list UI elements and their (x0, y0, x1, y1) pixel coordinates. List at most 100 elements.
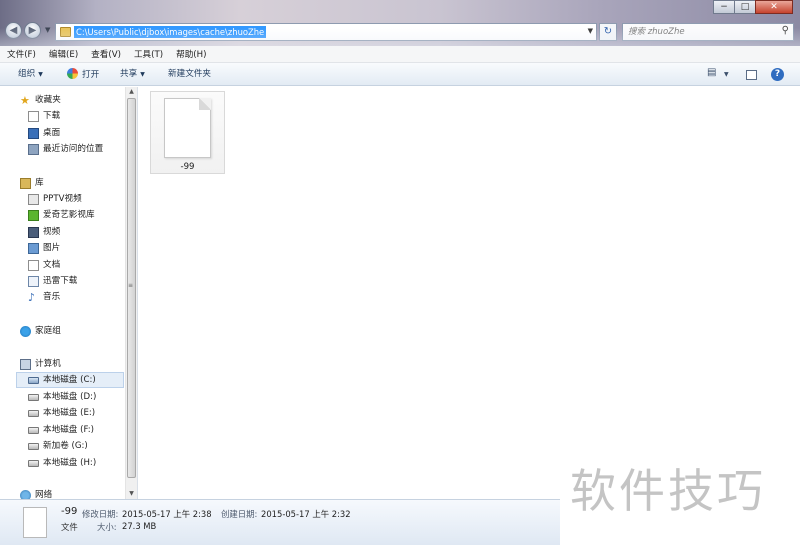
blank-file-icon (23, 507, 47, 538)
sidebar-item-label: 文档 (43, 260, 61, 270)
details-file-type: 文件 (61, 522, 78, 532)
sidebar-item-label: 下载 (43, 111, 61, 121)
search-input[interactable]: 搜索 zhuoZhe ⚲ (622, 23, 794, 41)
sidebar-item-drive-d[interactable]: 本地磁盘 (D:) (28, 389, 96, 405)
sidebar-item-xunlei[interactable]: 迅雷下载 (28, 273, 77, 289)
sidebar-item-label: 图片 (43, 243, 61, 253)
back-button[interactable]: ◀ (5, 22, 22, 39)
sidebar-item-label: 库 (35, 178, 44, 188)
address-bar[interactable]: C:\Users\Public\djbox\images\cache\zhuoZ… (55, 23, 597, 41)
chevron-down-icon: ▼ (38, 71, 43, 78)
close-button[interactable]: ✕ (755, 0, 793, 14)
star-icon: ★ (20, 93, 30, 107)
menu-edit[interactable]: 编辑(E) (49, 48, 78, 60)
refresh-button[interactable]: ↻ (599, 23, 617, 41)
organize-button[interactable]: 组织 ▼ (18, 68, 43, 81)
sidebar-item-computer[interactable]: 计算机 (20, 356, 61, 372)
new-folder-button[interactable]: 新建文件夹 (168, 68, 211, 81)
sidebar-item-label: 视频 (43, 227, 61, 237)
search-icon[interactable]: ⚲ (782, 25, 789, 36)
size-label: 大小: (97, 522, 117, 532)
sidebar-item-iqiyi[interactable]: 爱奇艺影视库 (28, 207, 95, 223)
download-folder-icon (28, 110, 39, 122)
forward-button[interactable]: ▶ (24, 22, 41, 39)
document-icon (28, 259, 39, 271)
file-name: -99 (180, 162, 195, 172)
sidebar-item-label: 爱奇艺影视库 (43, 210, 95, 220)
command-bar: 组织 ▼ 打开 共享 ▼ 新建文件夹 ▤ ▼ ? (0, 63, 800, 86)
sidebar-item-label: 家庭组 (35, 326, 61, 336)
minimize-button[interactable]: − (713, 0, 735, 14)
grip-icon: ≡ (128, 282, 134, 289)
details-file-name: -99 (61, 506, 78, 517)
sidebar-item-label: 音乐 (43, 292, 61, 302)
drive-icon (28, 409, 39, 417)
sidebar-item-drive-h[interactable]: 本地磁盘 (H:) (28, 455, 96, 471)
sidebar-item-desktop[interactable]: 桌面 (28, 125, 60, 141)
menu-file[interactable]: 文件(F) (7, 48, 36, 60)
sidebar-item-label: 最近访问的位置 (43, 144, 104, 154)
modified-value: 2015-05-17 上午 2:38 (122, 509, 212, 519)
sidebar-item-pictures[interactable]: 图片 (28, 240, 60, 256)
window-controls: − □ ✕ (713, 0, 793, 14)
drive-icon (28, 376, 39, 384)
sidebar-item-drive-g[interactable]: 新加卷 (G:) (28, 438, 88, 454)
title-bar: − □ ✕ ◀ ▶ ▼ C:\Users\Public\djbox\images… (0, 0, 800, 46)
scroll-down-icon[interactable]: ▼ (126, 489, 137, 499)
sidebar-item-drive-f[interactable]: 本地磁盘 (F:) (28, 422, 94, 438)
open-button[interactable]: 打开 (67, 68, 99, 81)
sidebar-item-label: 本地磁盘 (H:) (43, 458, 97, 468)
file-item[interactable]: -99 (150, 91, 225, 174)
sidebar-item-recent-places[interactable]: 最近访问的位置 (28, 141, 103, 157)
address-path[interactable]: C:\Users\Public\djbox\images\cache\zhuoZ… (74, 26, 267, 38)
sidebar-item-videos[interactable]: 视频 (28, 224, 60, 240)
organize-label: 组织 (18, 69, 36, 79)
sidebar-item-drive-c[interactable]: 本地磁盘 (C:) (16, 372, 124, 388)
sidebar-item-label: 迅雷下载 (43, 276, 78, 286)
sidebar-item-downloads[interactable]: 下载 (28, 108, 60, 124)
sidebar-item-libraries[interactable]: 库 (20, 175, 44, 191)
library-icon (20, 177, 31, 189)
change-view-icon[interactable]: ▤ (707, 67, 716, 82)
sidebar-item-label: 本地磁盘 (C:) (43, 375, 96, 385)
menu-tools[interactable]: 工具(T) (134, 48, 163, 60)
sidebar-item-favorites[interactable]: ★ 收藏夹 (20, 92, 61, 108)
watermark: 软件技巧 (560, 425, 800, 545)
preview-pane-icon[interactable] (746, 70, 757, 80)
sidebar-scrollbar[interactable]: ▲ ≡ ▼ (125, 87, 137, 499)
view-options-dropdown[interactable]: ▼ (724, 71, 729, 86)
iqiyi-library-icon (28, 209, 39, 221)
sidebar-item-label: 新加卷 (G:) (43, 441, 88, 451)
drive-icon (28, 442, 39, 450)
sidebar-item-homegroup[interactable]: 家庭组 (20, 323, 61, 339)
drive-icon (28, 426, 39, 434)
drive-icon (28, 459, 39, 467)
blank-file-icon (164, 98, 211, 158)
sidebar-item-documents[interactable]: 文档 (28, 257, 60, 273)
share-button[interactable]: 共享 ▼ (120, 68, 145, 81)
music-icon: ♪ (28, 290, 36, 304)
menu-help[interactable]: 帮助(H) (176, 48, 206, 60)
sidebar-item-label: 本地磁盘 (D:) (43, 392, 97, 402)
watermark-text: 软件技巧 (570, 464, 766, 518)
menu-view[interactable]: 查看(V) (91, 48, 121, 60)
chevron-down-icon: ▼ (140, 71, 145, 78)
folder-icon (60, 27, 71, 37)
picture-icon (28, 242, 39, 254)
pptv-library-icon (28, 193, 39, 205)
open-with-icon (67, 68, 78, 79)
search-placeholder: 搜索 zhuoZhe (628, 27, 685, 37)
sidebar-item-music[interactable]: ♪ 音乐 (28, 289, 60, 305)
size-value: 27.3 MB (122, 521, 157, 531)
maximize-button[interactable]: □ (734, 0, 756, 14)
sidebar-item-label: 计算机 (35, 359, 61, 369)
recent-places-icon (28, 143, 39, 155)
sidebar-item-label: 收藏夹 (35, 95, 61, 105)
sidebar-item-drive-e[interactable]: 本地磁盘 (E:) (28, 405, 95, 421)
modified-label: 修改日期: (82, 509, 119, 519)
sidebar-item-pptv[interactable]: PPTV视频 (28, 191, 82, 207)
scroll-up-icon[interactable]: ▲ (126, 87, 137, 97)
address-dropdown[interactable]: ▼ (588, 27, 593, 35)
recent-pages-dropdown[interactable]: ▼ (45, 26, 50, 34)
help-icon[interactable]: ? (771, 68, 784, 81)
